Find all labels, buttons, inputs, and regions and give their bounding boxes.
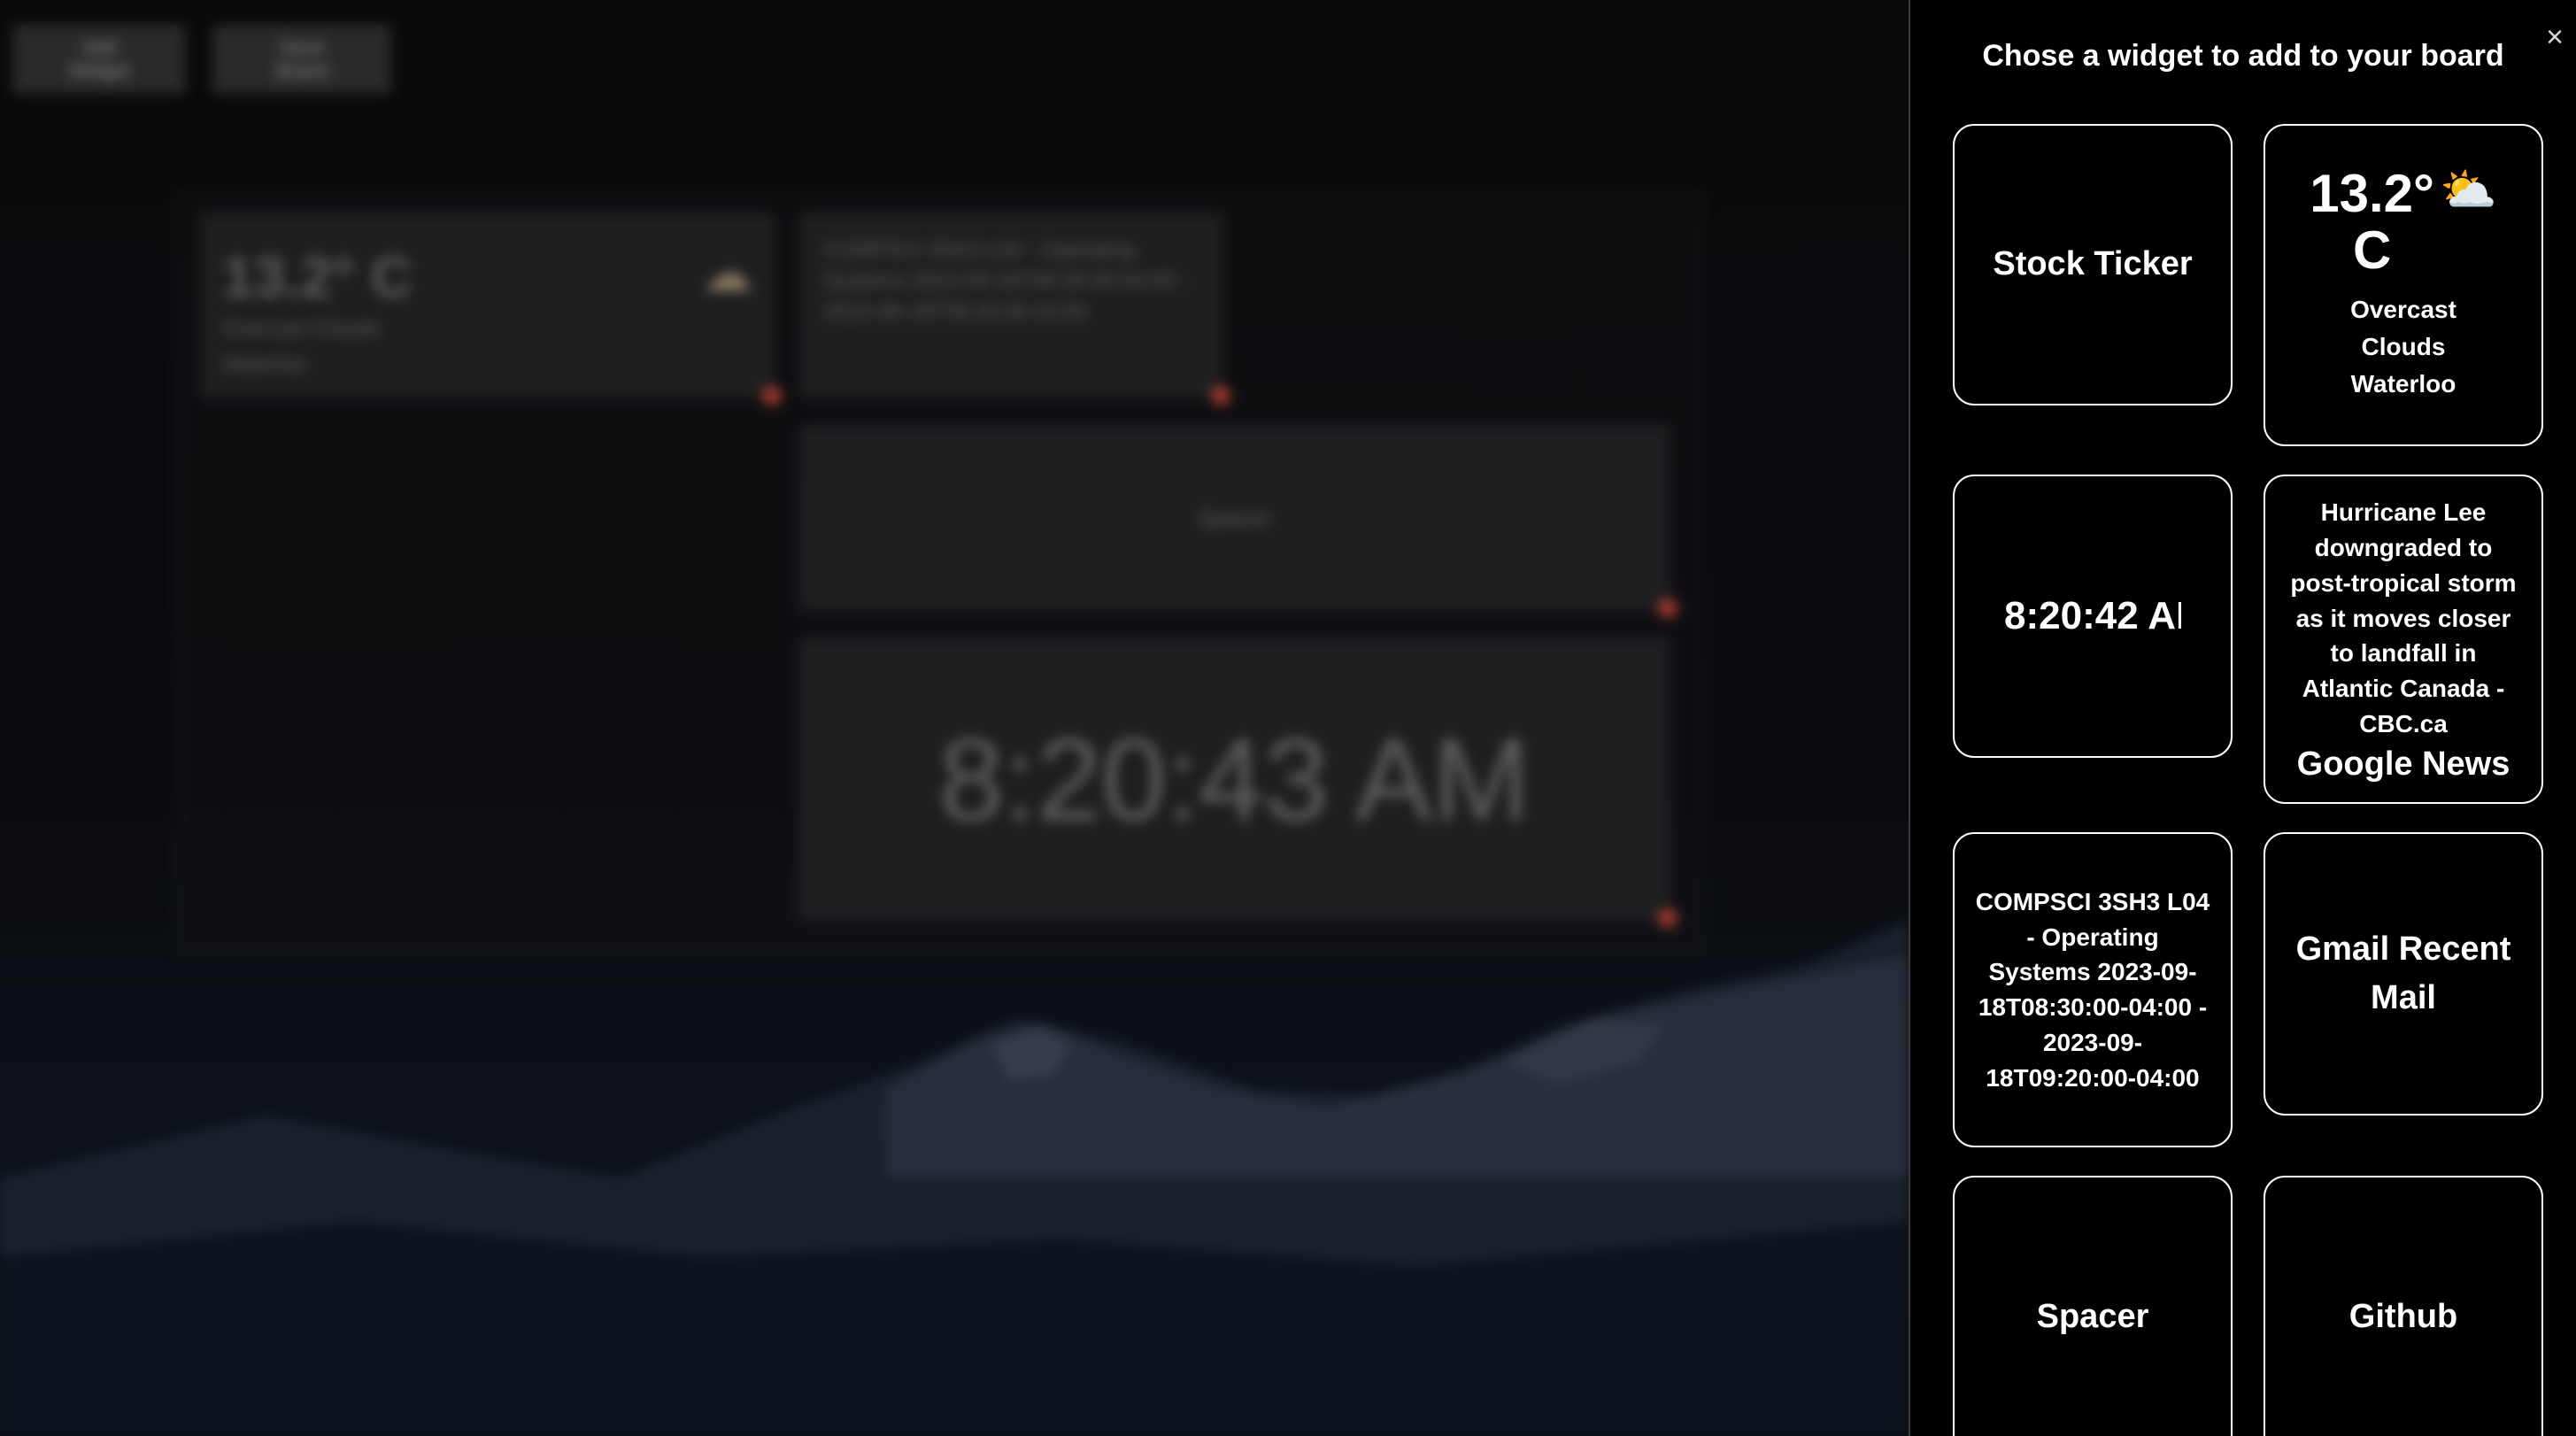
board-weather-city: Waterloo xyxy=(222,352,307,376)
widget-picker-panel: Chose a widget to add to your board × St… xyxy=(1909,0,2576,1436)
news-headline: Hurricane Lee downgraded to post-tropica… xyxy=(2290,498,2517,737)
spacer-widget-card[interactable]: Spacer xyxy=(1953,1176,2233,1436)
panel-title: Chose a widget to add to your board xyxy=(1982,39,2504,73)
cloud-sun-icon: ☁ xyxy=(702,245,752,301)
news-source: Google News xyxy=(2296,745,2510,783)
board-calendar-text: COMPSCI 3SH3 L04 - Operating Systems 202… xyxy=(823,238,1189,324)
add-widget-button[interactable]: Add Widget xyxy=(12,25,186,94)
board-weather-widget[interactable]: 13.2° C Overcast Clouds Waterloo ☁ xyxy=(199,212,782,405)
board-clock-time: 8:20:43 AM xyxy=(938,714,1531,845)
spacer-label: Spacer xyxy=(2036,1298,2149,1336)
board-clock-widget[interactable]: 8:20:43 AM xyxy=(798,637,1677,928)
board-spacer-widget[interactable]: Spacer xyxy=(798,425,1677,618)
weather-unit: C xyxy=(2352,220,2392,280)
weather-city: Waterloo xyxy=(2350,370,2456,398)
weather-header: 13.2° C ⛅ xyxy=(2310,167,2497,277)
weather-widget-card[interactable]: 13.2° C ⛅ Overcast Clouds Waterloo xyxy=(2264,124,2543,446)
github-label: Github xyxy=(2348,1298,2458,1336)
board-background: Add Widget Save Board 13.2° C Overcast C… xyxy=(0,0,1909,1436)
board-weather-temp: 13.2° C xyxy=(222,245,413,309)
clock-time: 8:20:42 AM xyxy=(2004,594,2181,637)
app-root: Add Widget Save Board 13.2° C Overcast C… xyxy=(0,0,2576,1436)
board-content: Add Widget Save Board 13.2° C Overcast C… xyxy=(0,0,1909,1436)
news-widget-card[interactable]: Hurricane Lee downgraded to post-tropica… xyxy=(2264,475,2543,804)
clock-widget-card[interactable]: 8:20:42 AM xyxy=(1953,475,2233,758)
weather-temp-group: 13.2° C xyxy=(2310,167,2434,277)
close-icon[interactable]: × xyxy=(2541,22,2569,52)
weather-condition: Overcast Clouds xyxy=(2350,296,2456,360)
delete-widget-icon[interactable] xyxy=(1658,908,1677,928)
delete-widget-icon[interactable] xyxy=(762,386,782,405)
board-spacer-text: Spacer xyxy=(1198,504,1271,531)
board-weather-condition: Overcast Clouds xyxy=(222,317,380,341)
stock-ticker-label: Stock Ticker xyxy=(1993,245,2193,283)
board-calendar-widget[interactable]: COMPSCI 3SH3 L04 - Operating Systems 202… xyxy=(798,212,1230,405)
calendar-widget-card[interactable]: COMPSCI 3SH3 L04 - Operating Systems 202… xyxy=(1953,832,2233,1147)
weather-temp: 13.2° xyxy=(2310,164,2435,223)
gmail-label: Gmail Recent Mail xyxy=(2295,930,2511,1016)
delete-widget-icon[interactable] xyxy=(1211,386,1230,405)
save-board-button[interactable]: Save Board xyxy=(212,25,391,94)
gmail-widget-card[interactable]: Gmail Recent Mail xyxy=(2264,832,2543,1116)
github-widget-card[interactable]: Github xyxy=(2264,1176,2543,1436)
cloud-sun-icon: ⛅ xyxy=(2440,165,2497,216)
stock-ticker-widget-card[interactable]: Stock Ticker xyxy=(1953,124,2233,405)
calendar-event-text: COMPSCI 3SH3 L04 - Operating Systems 202… xyxy=(1975,887,2210,1092)
delete-widget-icon[interactable] xyxy=(1658,598,1677,618)
